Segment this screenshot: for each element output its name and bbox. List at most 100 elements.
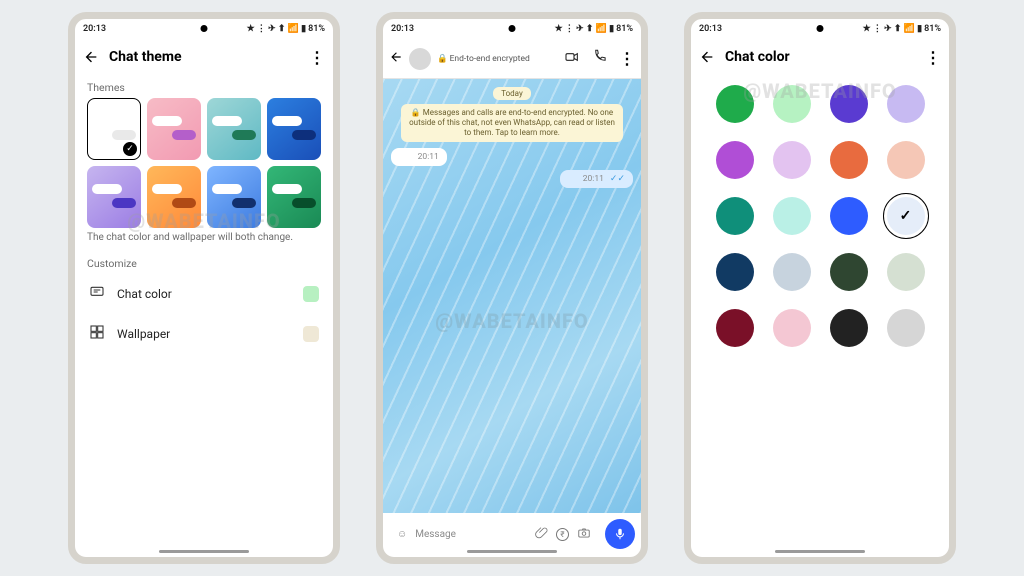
bubble-out bbox=[172, 130, 196, 140]
bubble-out bbox=[232, 130, 256, 140]
color-option-3[interactable] bbox=[887, 85, 925, 123]
color-option-9[interactable] bbox=[773, 197, 811, 235]
encryption-badge[interactable]: 🔒 End-to-end encrypted bbox=[437, 54, 530, 64]
camera-hole bbox=[817, 25, 824, 32]
back-icon[interactable] bbox=[83, 49, 99, 65]
color-option-4[interactable] bbox=[716, 141, 754, 179]
app-bar: Chat theme ⋮ bbox=[75, 39, 333, 75]
color-option-16[interactable] bbox=[716, 309, 754, 347]
theme-tile-6[interactable] bbox=[207, 166, 261, 228]
chat-body[interactable]: Today 🔒 Messages and calls are end-to-en… bbox=[383, 79, 641, 513]
voice-call-icon[interactable] bbox=[592, 49, 607, 68]
phone-chat-color: 20:13 ★ ⋮ ✈ ⬆ 📶 ▮ 81% Chat color ⋮ @WABE… bbox=[684, 12, 956, 564]
color-option-14[interactable] bbox=[830, 253, 868, 291]
back-icon[interactable] bbox=[699, 49, 715, 65]
msg-time: 20:11 bbox=[418, 152, 439, 162]
chat-color-label: Chat color bbox=[117, 287, 291, 301]
bubble-in bbox=[272, 116, 302, 126]
date-chip: Today bbox=[493, 87, 531, 100]
status-indicators: ★ ⋮ ✈ ⬆ 📶 ▮ bbox=[555, 24, 615, 34]
more-icon[interactable]: ⋮ bbox=[309, 48, 325, 67]
theme-tile-4[interactable] bbox=[87, 166, 141, 228]
camera-hole bbox=[201, 25, 208, 32]
color-option-5[interactable] bbox=[773, 141, 811, 179]
section-customize-label: Customize bbox=[75, 251, 333, 274]
bubble-out bbox=[112, 198, 136, 208]
payment-icon[interactable]: ₹ bbox=[556, 528, 569, 541]
wallpaper-icon bbox=[89, 324, 105, 344]
bubble-in bbox=[212, 116, 242, 126]
wallpaper-swatch bbox=[303, 326, 319, 342]
check-icon: ✓ bbox=[123, 142, 137, 156]
theme-tile-7[interactable] bbox=[267, 166, 321, 228]
chat-color-row[interactable]: Chat color bbox=[75, 274, 333, 314]
color-option-6[interactable] bbox=[830, 141, 868, 179]
theme-tile-0[interactable]: ✓ bbox=[87, 98, 141, 160]
status-indicators: ★ ⋮ ✈ ⬆ 📶 ▮ bbox=[247, 24, 307, 34]
read-ticks-icon: ✓✓ bbox=[610, 174, 625, 184]
theme-tile-3[interactable] bbox=[267, 98, 321, 160]
color-option-7[interactable] bbox=[887, 141, 925, 179]
theme-tile-5[interactable] bbox=[147, 166, 201, 228]
color-option-11[interactable] bbox=[887, 197, 925, 235]
themes-grid: ✓ bbox=[75, 98, 333, 228]
more-icon[interactable]: ⋮ bbox=[619, 49, 635, 68]
bubble-out bbox=[292, 198, 316, 208]
theme-tile-1[interactable] bbox=[147, 98, 201, 160]
color-option-18[interactable] bbox=[830, 309, 868, 347]
themes-help-text: The chat color and wallpaper will both c… bbox=[75, 228, 333, 251]
color-option-0[interactable] bbox=[716, 85, 754, 123]
status-battery: 81% bbox=[924, 24, 941, 34]
status-battery: 81% bbox=[616, 24, 633, 34]
color-option-17[interactable] bbox=[773, 309, 811, 347]
color-option-19[interactable] bbox=[887, 309, 925, 347]
video-call-icon[interactable] bbox=[564, 49, 580, 69]
bubble-out bbox=[232, 198, 256, 208]
nav-pill[interactable] bbox=[159, 550, 249, 553]
nav-pill[interactable] bbox=[467, 550, 557, 553]
msg-body bbox=[568, 174, 576, 184]
status-battery: 81% bbox=[308, 24, 325, 34]
app-bar: Chat color ⋮ bbox=[691, 39, 949, 75]
color-option-1[interactable] bbox=[773, 85, 811, 123]
mic-button[interactable] bbox=[605, 519, 635, 549]
message-in[interactable]: 20:11 bbox=[391, 148, 447, 166]
message-out[interactable]: 20:11 ✓✓ bbox=[560, 170, 633, 188]
bubble-in bbox=[212, 184, 242, 194]
bubble-in bbox=[152, 184, 182, 194]
section-themes-label: Themes bbox=[75, 75, 333, 98]
encryption-label: End-to-end encrypted bbox=[450, 54, 530, 64]
status-time: 20:13 bbox=[699, 24, 722, 34]
page-title: Chat theme bbox=[109, 49, 299, 65]
color-option-15[interactable] bbox=[887, 253, 925, 291]
bubble-in bbox=[92, 116, 122, 126]
phone-chat-preview: 20:13 ★ ⋮ ✈ ⬆ 📶 ▮ 81% 🔒 End-to-end encry… bbox=[376, 12, 648, 564]
color-option-12[interactable] bbox=[716, 253, 754, 291]
chat-app-bar: 🔒 End-to-end encrypted ⋮ bbox=[383, 39, 641, 79]
encryption-banner[interactable]: 🔒 Messages and calls are end-to-end encr… bbox=[401, 104, 624, 142]
color-option-2[interactable] bbox=[830, 85, 868, 123]
emoji-icon[interactable]: ☺ bbox=[397, 529, 407, 540]
attach-icon[interactable] bbox=[535, 526, 548, 542]
color-option-8[interactable] bbox=[716, 197, 754, 235]
nav-pill[interactable] bbox=[775, 550, 865, 553]
color-grid bbox=[691, 75, 949, 357]
msg-body bbox=[399, 152, 412, 162]
contact-avatar[interactable] bbox=[409, 48, 431, 70]
bubble-out bbox=[172, 198, 196, 208]
watermark: @WABETAINFO bbox=[383, 309, 641, 333]
color-option-10[interactable] bbox=[830, 197, 868, 235]
more-icon[interactable]: ⋮ bbox=[925, 48, 941, 67]
message-input[interactable]: ☺ Message ₹ bbox=[389, 519, 599, 549]
msg-time: 20:11 bbox=[583, 174, 604, 184]
page-title: Chat color bbox=[725, 49, 915, 65]
chat-color-icon bbox=[89, 284, 105, 304]
bubble-out bbox=[292, 130, 316, 140]
camera-hole bbox=[509, 25, 516, 32]
color-option-13[interactable] bbox=[773, 253, 811, 291]
theme-tile-2[interactable] bbox=[207, 98, 261, 160]
bubble-in bbox=[152, 116, 182, 126]
wallpaper-row[interactable]: Wallpaper bbox=[75, 314, 333, 354]
camera-icon[interactable] bbox=[577, 526, 591, 543]
back-icon[interactable] bbox=[389, 49, 403, 68]
